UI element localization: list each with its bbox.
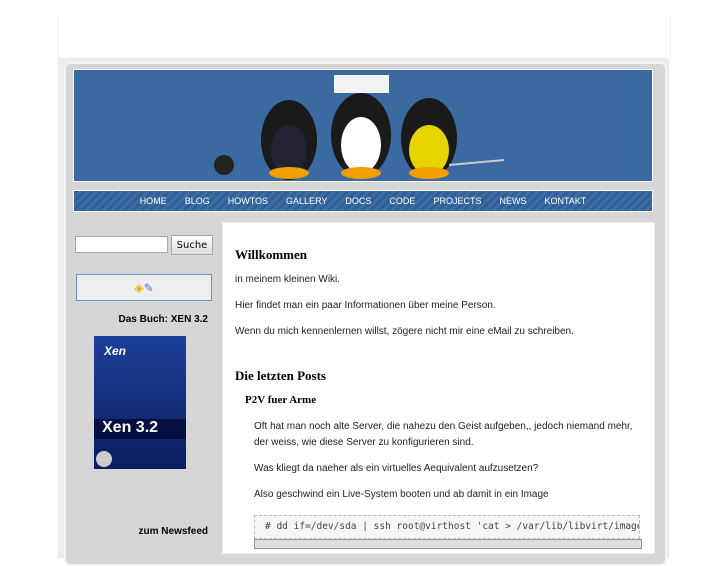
code-scrollbar[interactable] — [254, 539, 642, 549]
code-block: # dd if=/dev/sda | ssh root@virthost 'ca… — [254, 515, 640, 539]
feed-badge[interactable]: ◈ ✎ — [76, 274, 212, 301]
intro-text: Wenn du mich kennenlernen willst, zögere… — [235, 326, 574, 337]
pen-icon: ✎ — [143, 280, 154, 295]
nav-blog[interactable]: BLOG — [176, 196, 219, 206]
intro-text: in meinem kleinen Wiki. — [235, 274, 341, 285]
posts-heading: Die letzten Posts — [235, 368, 326, 383]
nav-projects[interactable]: PROJECTS — [424, 196, 490, 206]
book-cover-title: Xen 3.2 — [94, 419, 186, 439]
nav-howtos[interactable]: HOWTOS — [219, 196, 277, 206]
search-input[interactable] — [75, 236, 168, 253]
top-bar — [58, 15, 671, 58]
nav-code[interactable]: CODE — [380, 196, 424, 206]
post-title-link[interactable]: P2V fuer Arme — [245, 394, 316, 406]
post-text: Oft hat man noch alte Server, die nahezu… — [254, 421, 633, 432]
welcome-heading: Willkommen — [235, 247, 307, 262]
nav-home[interactable]: HOME — [131, 196, 176, 206]
post-text: Also geschwind ein Live-System booten un… — [254, 489, 549, 500]
header-banner — [73, 69, 653, 182]
nav-news[interactable]: NEWS — [490, 196, 535, 206]
newsfeed-link[interactable]: zum Newsfeed — [139, 526, 208, 537]
content-area — [222, 222, 655, 554]
post-text: der weiss, wie diese Server zu konfiguri… — [254, 437, 474, 448]
book-cover[interactable]: Xen Xen 3.2 — [94, 336, 186, 469]
book-title: Das Buch: XEN 3.2 — [118, 314, 208, 325]
feed-icon: ◈ — [134, 280, 144, 295]
nav-kontakt[interactable]: KONTAKT — [535, 196, 595, 206]
search-button[interactable]: Suche — [171, 235, 213, 255]
nav-gallery[interactable]: GALLERY — [277, 196, 336, 206]
intro-text: Hier findet man ein paar Informationen ü… — [235, 300, 496, 311]
main-nav: HOME BLOG HOWTOS GALLERY DOCS CODE PROJE… — [73, 190, 653, 212]
penguins-logo — [214, 75, 505, 180]
nav-docs[interactable]: DOCS — [336, 196, 380, 206]
post-text: Was kliegt da naeher als ein virtuelles … — [254, 463, 539, 474]
